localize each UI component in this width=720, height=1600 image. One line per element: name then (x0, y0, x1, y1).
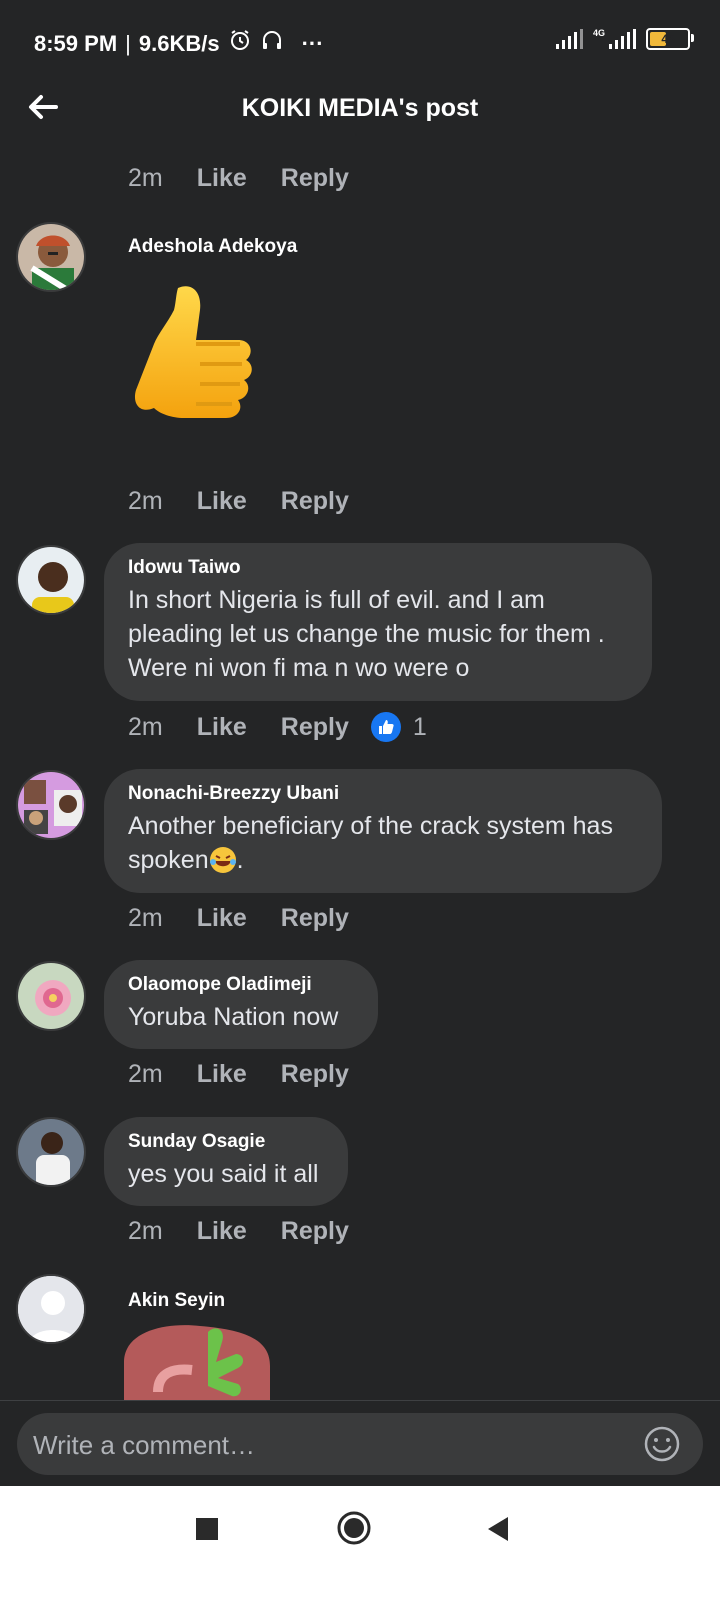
comment-text: Yoruba Nation now (128, 1003, 339, 1031)
comment-text-suffix: . (236, 846, 244, 874)
battery-icon: 45 (646, 28, 694, 50)
reaction-count: 1 (412, 712, 427, 741)
comment-time: 2m (128, 487, 163, 515)
triangle-back-icon (488, 1517, 508, 1541)
comment-text-body: Another beneficiary of the crack system … (128, 812, 613, 874)
network-type: 4G (592, 28, 605, 38)
reply-button[interactable]: Reply (281, 904, 349, 933)
alarm-icon (228, 28, 252, 59)
signal-4g-icon (609, 29, 636, 49)
comment-author[interactable]: Adeshola Adekoya (128, 236, 297, 258)
like-button[interactable]: Like (197, 904, 247, 933)
reply-button[interactable]: Reply (281, 713, 349, 742)
status-right: 4G 45 (555, 28, 694, 50)
home-circle-icon (337, 1511, 371, 1545)
comment-actions: 2m Like Reply (128, 164, 383, 193)
avatar[interactable] (16, 545, 86, 615)
comment-actions: 2m Like Reply (128, 1060, 383, 1089)
comment-bubble: Idowu Taiwo In short Nigeria is full of … (104, 543, 652, 701)
status-separator: | (125, 30, 131, 56)
comment-text: yes you said it all (128, 1160, 319, 1188)
status-speed: 9.6KB/s (138, 30, 220, 56)
sticker-image (118, 1322, 276, 1400)
avatar[interactable] (16, 222, 86, 292)
like-reaction-icon (370, 712, 401, 742)
comment-author[interactable]: Sunday Osagie (128, 1131, 326, 1153)
comment-actions: 2m Like Reply 1 (128, 712, 427, 742)
status-left: 8:59 PM | 9.6KB/s ··· (34, 28, 324, 59)
thumbs-up-sticker (134, 282, 268, 446)
like-button[interactable]: Like (197, 713, 247, 742)
reply-button[interactable]: Reply (281, 164, 349, 193)
reaction-summary[interactable]: 1 (370, 712, 427, 742)
headphones-icon (260, 28, 284, 59)
comment-author[interactable]: Olaomope Oladimeji (128, 974, 356, 996)
comment-author[interactable]: Akin Seyin (128, 1290, 225, 1312)
comment-author[interactable]: Idowu Taiwo (128, 557, 630, 579)
comment-bubble: Sunday Osagie yes you said it all (104, 1117, 348, 1206)
comment-actions: 2m Like Reply (128, 904, 383, 933)
comment-bubble: Olaomope Oladimeji Yoruba Nation now (104, 960, 378, 1049)
comment-composer (0, 1400, 720, 1487)
avatar-placeholder[interactable] (16, 1274, 86, 1344)
comment-input-container (17, 1413, 703, 1477)
signal-icon (555, 29, 583, 49)
comment-time: 2m (128, 712, 163, 741)
like-button[interactable]: Like (197, 1060, 247, 1089)
home-button[interactable] (334, 1508, 374, 1553)
comment-time: 2m (128, 164, 163, 192)
like-button[interactable]: Like (197, 487, 247, 516)
laughing-emoji-icon (209, 846, 237, 874)
square-icon (196, 1518, 218, 1540)
comment-actions: 2m Like Reply (128, 1217, 383, 1246)
header: KOIKI MEDIA's post (0, 86, 720, 132)
page-title: KOIKI MEDIA's post (241, 94, 479, 122)
avatar[interactable] (16, 770, 86, 840)
reply-button[interactable]: Reply (281, 1060, 349, 1089)
like-button[interactable]: Like (197, 164, 247, 193)
comment-time: 2m (128, 1060, 163, 1088)
reply-button[interactable]: Reply (281, 1217, 349, 1246)
status-bar: 8:59 PM | 9.6KB/s ··· 4G 45 (0, 0, 720, 86)
recents-button[interactable] (190, 1512, 224, 1551)
reply-button[interactable]: Reply (281, 487, 349, 516)
comment-bubble: Nonachi-Breezzy Ubani Another beneficiar… (104, 769, 662, 893)
comment-time: 2m (128, 904, 163, 932)
battery-level: 45 (661, 32, 675, 46)
comment-text: In short Nigeria is full of evil. and I … (128, 586, 605, 682)
avatar[interactable] (16, 961, 86, 1031)
system-nav-bar (0, 1486, 720, 1600)
smiley-icon (644, 1426, 680, 1462)
comment-input[interactable] (31, 1413, 625, 1477)
emoji-button[interactable] (643, 1425, 681, 1463)
like-button[interactable]: Like (197, 1217, 247, 1246)
comment-time: 2m (128, 1217, 163, 1245)
comment-text: Another beneficiary of the crack system … (128, 809, 640, 877)
avatar[interactable] (16, 1117, 86, 1187)
comment-author[interactable]: Nonachi-Breezzy Ubani (128, 783, 640, 805)
more-notifications-icon: ··· (301, 30, 324, 56)
status-time: 8:59 PM (34, 30, 118, 56)
back-nav-button[interactable] (482, 1512, 516, 1551)
comment-actions: 2m Like Reply (128, 487, 383, 516)
